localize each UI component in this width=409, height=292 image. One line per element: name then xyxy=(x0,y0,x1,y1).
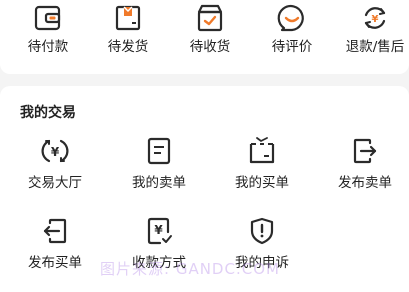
export-icon xyxy=(353,138,377,164)
my-sell-orders[interactable]: 我的卖单 xyxy=(114,136,204,191)
payment-methods[interactable]: ¥ 收款方式 xyxy=(114,216,204,271)
document-icon xyxy=(147,137,171,165)
order-pending-payment[interactable]: 待付款 xyxy=(3,3,93,55)
refund-icon: ¥ xyxy=(364,7,386,29)
svg-text:¥: ¥ xyxy=(372,14,379,25)
shield-alert-icon xyxy=(250,217,274,245)
svg-text:¥: ¥ xyxy=(51,145,60,159)
order-pending-shipment-label: 待发货 xyxy=(107,39,149,55)
import-icon xyxy=(43,218,67,244)
wallet-icon xyxy=(34,5,61,31)
my-sell-orders-label: 我的卖单 xyxy=(132,175,186,191)
order-pending-review[interactable]: 待评价 xyxy=(247,3,337,55)
payment-methods-label: 收款方式 xyxy=(132,255,186,271)
order-pending-payment-label: 待付款 xyxy=(27,39,69,55)
order-pending-receipt-label: 待收货 xyxy=(189,39,231,55)
section-title: 我的交易 xyxy=(20,105,76,121)
order-pending-shipment[interactable]: 待发货 xyxy=(83,3,173,55)
order-pending-receipt[interactable]: 待收货 xyxy=(165,3,255,55)
my-appeals-label: 我的申诉 xyxy=(235,255,289,271)
trade-hall-label: 交易大厅 xyxy=(28,175,82,191)
order-pending-review-label: 待评价 xyxy=(271,39,313,55)
my-trades-card: 我的交易 ¥ 交易大厅 我的卖单 我的买单 发布卖单 发布买单 ¥ 收款方式 我… xyxy=(0,86,409,292)
my-buy-orders-label: 我的买单 xyxy=(235,175,289,191)
order-refund-aftersale[interactable]: ¥ 退款/售后 xyxy=(330,3,409,55)
my-buy-orders[interactable]: 我的买单 xyxy=(217,136,307,191)
svg-text:¥: ¥ xyxy=(154,223,163,237)
box-icon xyxy=(115,5,141,31)
trade-hall[interactable]: ¥ 交易大厅 xyxy=(10,136,100,191)
order-status-card: 待付款 待发货 待收货 待评价 ¥ 退款/售后 xyxy=(0,0,409,74)
my-appeals[interactable]: 我的申诉 xyxy=(217,216,307,271)
publish-sell-order-label: 发布卖单 xyxy=(338,175,392,191)
publish-buy-order-label: 发布买单 xyxy=(28,255,82,271)
smile-icon xyxy=(277,4,304,32)
publish-buy-order[interactable]: 发布买单 xyxy=(10,216,100,271)
folder-icon xyxy=(249,137,275,164)
yuan-receipt-icon: ¥ xyxy=(147,217,172,245)
delivery-box-icon xyxy=(197,4,223,32)
yuan-exchange-icon: ¥ xyxy=(41,139,69,163)
publish-sell-order[interactable]: 发布卖单 xyxy=(320,136,409,191)
order-refund-aftersale-label: 退款/售后 xyxy=(345,39,405,55)
